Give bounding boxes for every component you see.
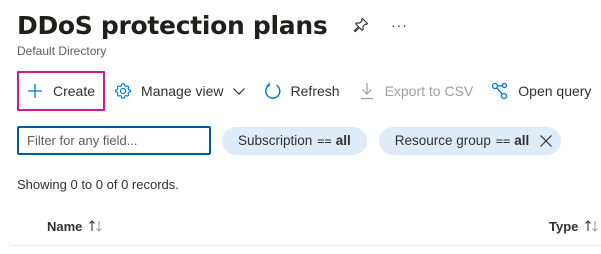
- subscription-filter-field: Subscription: [238, 133, 313, 148]
- open-query-label: Open query: [518, 83, 592, 99]
- create-button[interactable]: Create: [17, 71, 106, 111]
- manage-view-label: Manage view: [141, 83, 224, 99]
- export-csv-button[interactable]: Export to CSV: [349, 71, 483, 111]
- resource-group-filter-operator: ==: [495, 133, 511, 148]
- filter-input[interactable]: [17, 126, 211, 155]
- ellipsis-icon[interactable]: ···: [389, 15, 409, 35]
- command-bar: Create Manage view Refresh Export to CSV…: [17, 71, 601, 111]
- filter-bar: Subscription == all Resource group == al…: [17, 126, 562, 155]
- resource-group-filter-value: all: [514, 133, 530, 148]
- gear-icon: [114, 82, 132, 100]
- resource-group-filter-pill[interactable]: Resource group == all: [378, 126, 562, 155]
- create-label: Create: [53, 83, 96, 99]
- refresh-icon: [264, 82, 282, 100]
- open-query-button[interactable]: Open query: [482, 71, 600, 111]
- pin-icon[interactable]: [351, 15, 371, 35]
- refresh-label: Refresh: [290, 83, 340, 99]
- directory-subtitle: Default Directory: [17, 44, 107, 58]
- refresh-button[interactable]: Refresh: [255, 71, 349, 111]
- manage-view-button[interactable]: Manage view: [105, 71, 255, 111]
- column-name-label: Name: [47, 218, 83, 234]
- column-header-name[interactable]: Name: [47, 206, 104, 246]
- records-count: Showing 0 to 0 of 0 records.: [17, 177, 179, 192]
- column-type-label: Type: [549, 218, 579, 234]
- resource-group-filter-field: Resource group: [394, 133, 491, 148]
- page-title: DDoS protection plans: [17, 10, 328, 40]
- sort-icon: [584, 219, 600, 233]
- subscription-filter-pill[interactable]: Subscription == all: [222, 126, 367, 155]
- table-header: Name Type: [11, 206, 601, 246]
- export-csv-label: Export to CSV: [384, 83, 474, 99]
- sort-icon: [88, 219, 104, 233]
- download-icon: [358, 82, 376, 100]
- column-header-type[interactable]: Type: [549, 206, 600, 246]
- plus-icon: [26, 82, 44, 100]
- close-icon[interactable]: [539, 134, 553, 148]
- query-icon: [491, 82, 509, 100]
- title-row: DDoS protection plans ···: [17, 6, 409, 44]
- subscription-filter-operator: ==: [317, 133, 332, 148]
- subscription-filter-value: all: [335, 133, 351, 148]
- chevron-down-icon: [232, 84, 246, 98]
